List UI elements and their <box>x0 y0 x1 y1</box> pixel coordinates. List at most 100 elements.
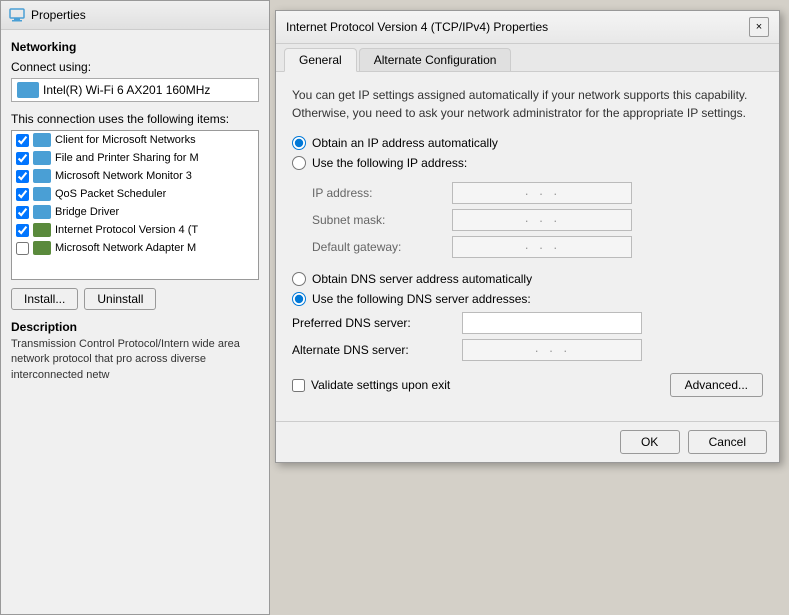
default-gateway-input[interactable]: · · · <box>452 236 632 258</box>
gateway-dot-separator: · <box>539 240 545 255</box>
item-checkbox-4[interactable] <box>16 188 29 201</box>
list-item[interactable]: Client for Microsoft Networks <box>12 131 258 149</box>
item-checkbox-1[interactable] <box>16 134 29 147</box>
ok-button[interactable]: OK <box>620 430 680 454</box>
item-checkbox-7[interactable] <box>16 242 29 255</box>
uninstall-button[interactable]: Uninstall <box>84 288 156 310</box>
properties-window: Properties Networking Connect using: Int… <box>0 0 270 615</box>
ip-address-label: IP address: <box>312 186 452 200</box>
connect-using-label: Connect using: <box>11 60 259 74</box>
alternate-dns-input[interactable]: · · · <box>462 339 642 361</box>
tcpipv4-dialog: Internet Protocol Version 4 (TCP/IPv4) P… <box>275 10 780 463</box>
subnet-dot-separator: · <box>553 213 559 228</box>
tab-general[interactable]: General <box>284 48 357 72</box>
network-icon <box>9 7 25 23</box>
bg-title-text: Properties <box>31 8 86 22</box>
tab-alternate-configuration[interactable]: Alternate Configuration <box>359 48 512 71</box>
obtain-dns-label: Obtain DNS server address automatically <box>312 272 532 286</box>
use-ip-radio[interactable] <box>292 156 306 170</box>
validate-label: Validate settings upon exit <box>311 378 450 392</box>
monitor-icon-3 <box>33 169 51 183</box>
list-item-text-1: Client for Microsoft Networks <box>55 134 196 146</box>
dialog-body: You can get IP settings assigned automat… <box>276 72 779 421</box>
list-item-text-6: Internet Protocol Version 4 (T <box>55 224 198 236</box>
ip-dot-separator: · <box>553 186 559 201</box>
network-icon-4 <box>33 187 51 201</box>
ip-fields: IP address: · · · Subnet mask: · · · Def… <box>312 182 763 258</box>
protocol-icon-6 <box>33 223 51 237</box>
list-item[interactable]: File and Printer Sharing for M <box>12 149 258 167</box>
install-button[interactable]: Install... <box>11 288 78 310</box>
default-gateway-label: Default gateway: <box>312 240 452 254</box>
bg-buttons: Install... Uninstall <box>11 288 259 310</box>
validate-left: Validate settings upon exit <box>292 378 450 392</box>
list-item-text-5: Bridge Driver <box>55 206 119 218</box>
ip-radio-group: Obtain an IP address automatically Use t… <box>292 136 763 170</box>
list-item-text-4: QoS Packet Scheduler <box>55 188 166 200</box>
adapter-icon <box>17 82 39 98</box>
protocol-icon-7 <box>33 241 51 255</box>
list-item-text-7: Microsoft Network Adapter M <box>55 242 196 254</box>
obtain-dns-row: Obtain DNS server address automatically <box>292 272 763 286</box>
alt-dns-dot: · <box>534 343 540 358</box>
preferred-dns-input[interactable] <box>462 312 642 334</box>
info-text: You can get IP settings assigned automat… <box>292 86 763 122</box>
use-dns-row: Use the following DNS server addresses: <box>292 292 763 306</box>
gateway-dot-separator: · <box>524 240 530 255</box>
subnet-mask-label: Subnet mask: <box>312 213 452 227</box>
network-icon-2 <box>33 151 51 165</box>
obtain-ip-label: Obtain an IP address automatically <box>312 136 498 150</box>
list-item[interactable]: Internet Protocol Version 4 (T <box>12 221 258 239</box>
adapter-name: Intel(R) Wi-Fi 6 AX201 160MHz <box>43 83 210 97</box>
dialog-tabs: General Alternate Configuration <box>276 44 779 72</box>
subnet-mask-input[interactable]: · · · <box>452 209 632 231</box>
description-label: Description <box>11 320 259 334</box>
dialog-titlebar: Internet Protocol Version 4 (TCP/IPv4) P… <box>276 11 779 44</box>
description-text: Transmission Control Protocol/Intern wid… <box>11 337 259 383</box>
list-item[interactable]: Microsoft Network Monitor 3 <box>12 167 258 185</box>
subnet-dot-separator: · <box>539 213 545 228</box>
bg-titlebar: Properties <box>1 1 269 30</box>
list-item-text-3: Microsoft Network Monitor 3 <box>55 170 192 182</box>
dialog-footer: OK Cancel <box>276 421 779 462</box>
use-dns-label: Use the following DNS server addresses: <box>312 292 531 306</box>
alternate-dns-row: Alternate DNS server: · · · <box>292 339 763 361</box>
network-icon-5 <box>33 205 51 219</box>
adapter-row: Intel(R) Wi-Fi 6 AX201 160MHz <box>11 78 259 102</box>
default-gateway-row: Default gateway: · · · <box>312 236 763 258</box>
dialog-title: Internet Protocol Version 4 (TCP/IPv4) P… <box>286 20 548 34</box>
item-checkbox-3[interactable] <box>16 170 29 183</box>
validate-checkbox[interactable] <box>292 379 305 392</box>
preferred-dns-row: Preferred DNS server: <box>292 312 763 334</box>
advanced-button[interactable]: Advanced... <box>670 373 763 397</box>
list-item[interactable]: Bridge Driver <box>12 203 258 221</box>
obtain-ip-radio[interactable] <box>292 136 306 150</box>
subnet-mask-row: Subnet mask: · · · <box>312 209 763 231</box>
list-item[interactable]: QoS Packet Scheduler <box>12 185 258 203</box>
preferred-dns-label: Preferred DNS server: <box>292 316 462 330</box>
list-item-text-2: File and Printer Sharing for M <box>55 152 199 164</box>
subnet-dot-separator: · <box>524 213 530 228</box>
dns-section: Obtain DNS server address automatically … <box>292 272 763 361</box>
validate-advanced-row: Validate settings upon exit Advanced... <box>292 373 763 397</box>
ip-address-input[interactable]: · · · <box>452 182 632 204</box>
gateway-dot-separator: · <box>553 240 559 255</box>
network-icon-1 <box>33 133 51 147</box>
use-ip-label: Use the following IP address: <box>312 156 467 170</box>
item-checkbox-2[interactable] <box>16 152 29 165</box>
use-ip-row: Use the following IP address: <box>292 156 763 170</box>
ip-dot-separator: · <box>524 186 530 201</box>
networking-label: Networking <box>11 40 259 54</box>
alt-dns-dot: · <box>549 343 555 358</box>
ip-dot-separator: · <box>539 186 545 201</box>
alt-dns-dot: · <box>563 343 569 358</box>
use-dns-radio[interactable] <box>292 292 306 306</box>
obtain-ip-row: Obtain an IP address automatically <box>292 136 763 150</box>
obtain-dns-radio[interactable] <box>292 272 306 286</box>
item-checkbox-5[interactable] <box>16 206 29 219</box>
list-item[interactable]: Microsoft Network Adapter M <box>12 239 258 257</box>
dialog-close-button[interactable]: × <box>749 17 769 37</box>
cancel-button[interactable]: Cancel <box>688 430 767 454</box>
item-checkbox-6[interactable] <box>16 224 29 237</box>
ip-address-row: IP address: · · · <box>312 182 763 204</box>
